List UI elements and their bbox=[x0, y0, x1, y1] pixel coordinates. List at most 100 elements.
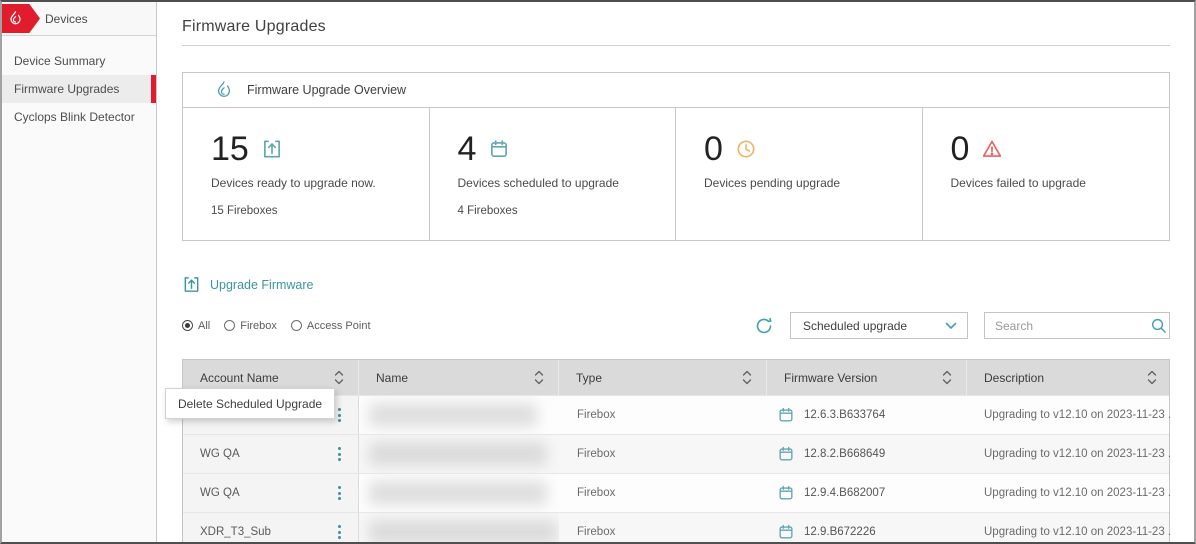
column-label: Name bbox=[376, 371, 408, 385]
devices-banner bbox=[2, 4, 40, 33]
failed-count: 0 bbox=[951, 132, 970, 168]
table-row[interactable]: WG QA Firebox 12.9.4.B682007 Upgrading t… bbox=[183, 473, 1169, 512]
account-name: WG QA bbox=[200, 448, 240, 460]
sidebar-item-firmware-upgrades[interactable]: Firmware Upgrades bbox=[2, 75, 156, 103]
delete-scheduled-upgrade-menu-item[interactable]: Delete Scheduled Upgrade bbox=[166, 389, 334, 418]
radio-all[interactable]: All bbox=[182, 320, 210, 332]
upgrade-firmware-button[interactable]: Upgrade Firmware bbox=[182, 275, 314, 294]
device-type: Firebox bbox=[559, 435, 767, 473]
sort-icon bbox=[334, 370, 344, 385]
search-box bbox=[984, 312, 1170, 339]
status-filter-select[interactable]: Scheduled upgrade bbox=[790, 312, 968, 339]
device-type: Firebox bbox=[559, 396, 767, 434]
refresh-icon[interactable] bbox=[753, 315, 775, 337]
sidebar: Devices Device Summary Firmware Upgrades… bbox=[2, 2, 157, 542]
radio-label: All bbox=[198, 320, 210, 332]
clock-icon bbox=[735, 138, 757, 160]
card-label: Devices ready to upgrade now. bbox=[211, 176, 429, 190]
column-label: Firmware Version bbox=[784, 371, 877, 385]
calendar-icon bbox=[777, 484, 795, 502]
column-header-firmware-version[interactable]: Firmware Version bbox=[767, 360, 967, 395]
firmware-version: 12.6.3.B633764 bbox=[804, 409, 885, 421]
firmware-version: 12.8.2.B668649 bbox=[804, 448, 885, 460]
card-sub: 4 Fireboxes bbox=[458, 205, 676, 217]
upgrade-firmware-label: Upgrade Firmware bbox=[210, 278, 314, 292]
radio-circle bbox=[182, 320, 193, 331]
radio-label: Firebox bbox=[240, 320, 277, 332]
pending-count: 0 bbox=[704, 132, 723, 168]
card-failed-to-upgrade: 0 Devices failed to upgrade bbox=[923, 108, 1170, 240]
device-type-radios: All Firebox Access Point bbox=[182, 320, 371, 332]
upload-icon bbox=[182, 275, 201, 294]
sidebar-item-label: Device Summary bbox=[14, 54, 105, 68]
radio-access-point[interactable]: Access Point bbox=[291, 320, 371, 332]
table-row[interactable]: WG QA Firebox 12.8.2.B668649 Upgrading t… bbox=[183, 434, 1169, 473]
row-actions-menu-icon[interactable] bbox=[333, 482, 346, 504]
overview-panel-header: Firmware Upgrade Overview bbox=[183, 73, 1169, 108]
page-title: Firmware Upgrades bbox=[182, 18, 1170, 36]
calendar-icon bbox=[777, 406, 795, 424]
firmware-version: 12.9.B672226 bbox=[804, 526, 876, 538]
row-actions-menu-icon[interactable] bbox=[333, 521, 346, 543]
card-label: Devices scheduled to upgrade bbox=[458, 176, 676, 190]
scheduled-count: 4 bbox=[458, 132, 477, 168]
calendar-icon bbox=[777, 523, 795, 541]
sort-icon bbox=[534, 370, 544, 385]
upgrade-description: Upgrading to v12.10 on 2023-11-23 ... bbox=[967, 435, 1171, 473]
radio-firebox[interactable]: Firebox bbox=[224, 320, 277, 332]
firmware-table: Account Name Name Type Firmware Version … bbox=[182, 359, 1170, 544]
upgrade-description: Upgrading to v12.10 on 2023-11-23 ... bbox=[967, 513, 1171, 544]
app-window: Devices Device Summary Firmware Upgrades… bbox=[0, 0, 1196, 544]
table-row[interactable]: XDR_T3_Sub Firebox 12.9.B672226 Upgradin… bbox=[183, 512, 1169, 544]
overview-cards: 15 Devices ready to upgrade now. 15 Fire… bbox=[183, 108, 1169, 240]
calendar-icon bbox=[488, 138, 510, 160]
card-scheduled-to-upgrade: 4 Devices scheduled to upgrade 4 Firebox… bbox=[430, 108, 677, 240]
flame-icon bbox=[215, 80, 233, 100]
radio-circle bbox=[224, 320, 235, 331]
device-type: Firebox bbox=[559, 513, 767, 544]
sidebar-item-cyclops-blink-detector[interactable]: Cyclops Blink Detector bbox=[2, 103, 156, 131]
sidebar-title: Devices bbox=[45, 2, 88, 35]
sidebar-item-label: Cyclops Blink Detector bbox=[14, 110, 135, 124]
card-ready-to-upgrade: 15 Devices ready to upgrade now. 15 Fire… bbox=[183, 108, 430, 240]
column-header-description[interactable]: Description bbox=[967, 360, 1171, 395]
sidebar-item-device-summary[interactable]: Device Summary bbox=[2, 47, 156, 75]
card-label: Devices pending upgrade bbox=[704, 176, 922, 190]
upgrade-description: Upgrading to v12.10 on 2023-11-23 ... bbox=[967, 396, 1171, 434]
search-input[interactable] bbox=[995, 319, 1150, 333]
chevron-down-icon bbox=[945, 322, 957, 330]
radio-label: Access Point bbox=[307, 320, 371, 332]
card-pending-upgrade: 0 Devices pending upgrade bbox=[676, 108, 923, 240]
ready-count: 15 bbox=[211, 132, 249, 168]
upgrade-description: Upgrading to v12.10 on 2023-11-23 ... bbox=[967, 474, 1171, 512]
column-label: Description bbox=[984, 371, 1044, 385]
filter-row: All Firebox Access Point bbox=[182, 312, 1170, 339]
account-name: XDR_T3_Sub bbox=[200, 526, 271, 538]
main-content: Firmware Upgrades Firmware Upgrade Overv… bbox=[158, 2, 1194, 542]
sort-icon bbox=[1147, 370, 1157, 385]
firmware-overview-panel: Firmware Upgrade Overview 15 Devices rea… bbox=[182, 72, 1170, 241]
card-sub: 15 Fireboxes bbox=[211, 205, 429, 217]
column-header-type[interactable]: Type bbox=[559, 360, 767, 395]
radio-circle bbox=[291, 320, 302, 331]
redacted-device-name bbox=[369, 442, 547, 466]
row-actions-menu-icon[interactable] bbox=[333, 443, 346, 465]
column-header-name[interactable]: Name bbox=[359, 360, 559, 395]
sort-icon bbox=[942, 370, 952, 385]
sidebar-header: Devices bbox=[2, 2, 156, 36]
redacted-device-name bbox=[369, 520, 557, 544]
status-filter-value: Scheduled upgrade bbox=[803, 319, 907, 333]
redacted-device-name bbox=[369, 481, 547, 505]
search-icon[interactable] bbox=[1150, 317, 1167, 334]
card-label: Devices failed to upgrade bbox=[951, 176, 1170, 190]
sort-icon bbox=[742, 370, 752, 385]
column-label: Account Name bbox=[200, 371, 279, 385]
account-name: WG QA bbox=[200, 487, 240, 499]
sidebar-item-label: Firmware Upgrades bbox=[14, 82, 119, 96]
calendar-icon bbox=[777, 445, 795, 463]
row-context-menu: Delete Scheduled Upgrade bbox=[165, 388, 335, 419]
redacted-device-name bbox=[369, 403, 537, 427]
title-divider bbox=[182, 45, 1170, 46]
sidebar-nav: Device Summary Firmware Upgrades Cyclops… bbox=[2, 36, 156, 131]
overview-panel-title: Firmware Upgrade Overview bbox=[247, 83, 406, 97]
